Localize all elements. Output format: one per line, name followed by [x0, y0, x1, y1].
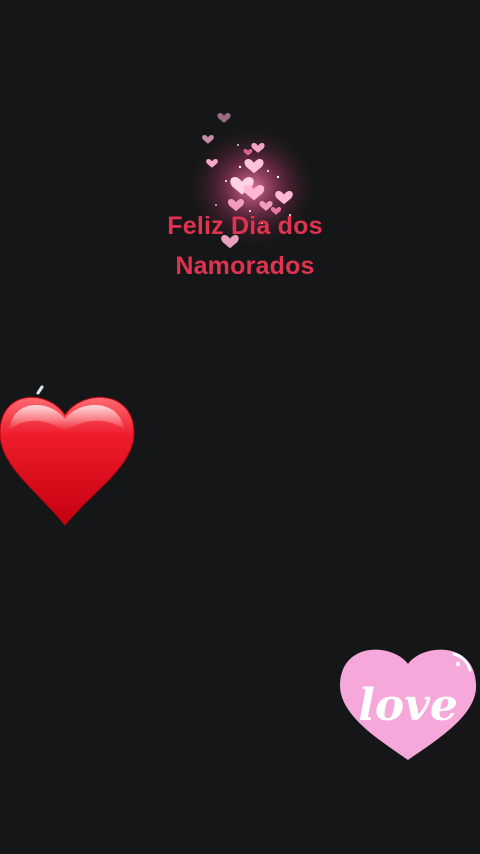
- love-heart-sticker-icon: love: [339, 649, 477, 760]
- greeting-text: Feliz Dia dos Namorados: [0, 206, 480, 286]
- video-frame: Feliz Dia dos Namorados love: [0, 0, 480, 854]
- greeting-line-1: Feliz Dia dos: [167, 212, 323, 240]
- love-label: love: [358, 680, 458, 731]
- red-heart-icon: [0, 385, 135, 526]
- greeting-line-2: Namorados: [175, 252, 315, 280]
